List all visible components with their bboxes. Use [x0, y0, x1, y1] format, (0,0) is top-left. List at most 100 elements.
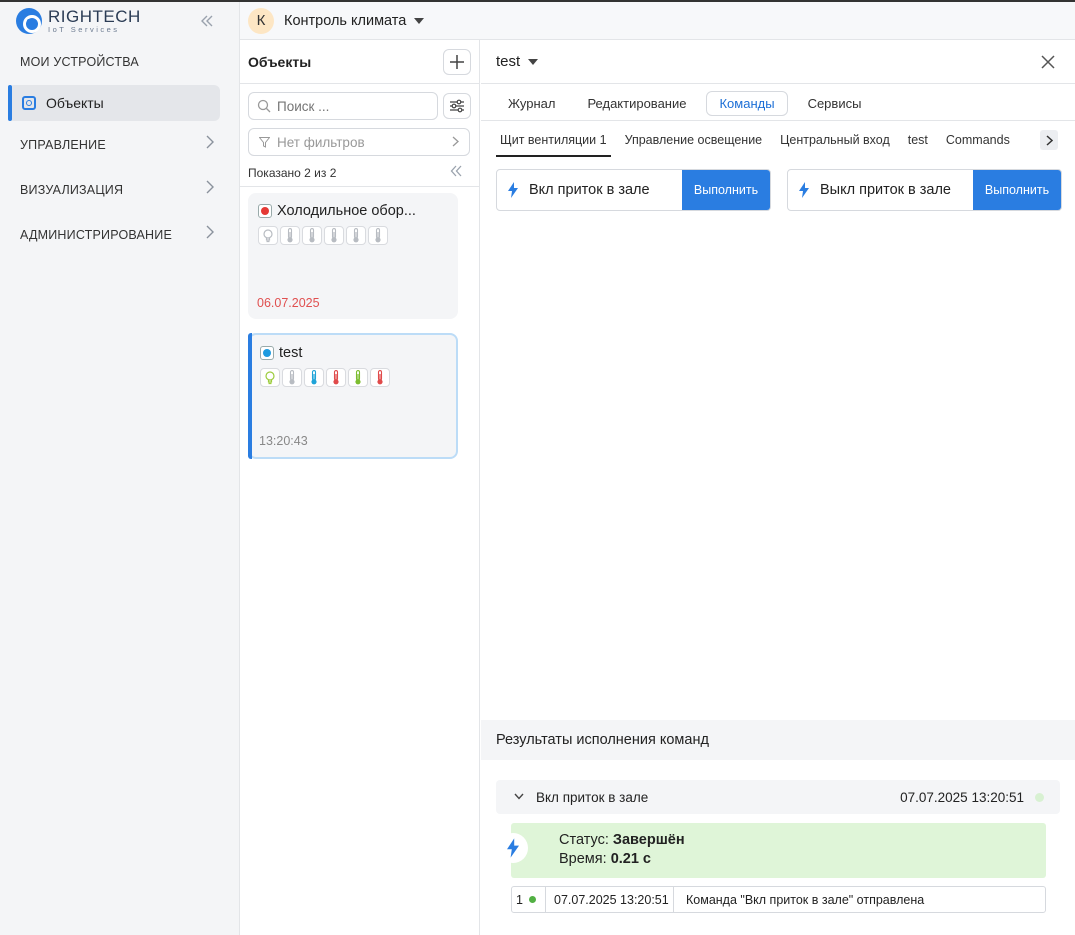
status-indicator	[258, 204, 272, 218]
execute-button[interactable]: Выполнить	[973, 170, 1061, 210]
chevron-right-icon	[206, 225, 214, 244]
sliders-icon	[450, 99, 464, 113]
chevron-down-icon	[514, 791, 524, 803]
sidebar: RIGHTECH IoT Services МОИ УСТРОЙСТВА Объ…	[0, 2, 240, 935]
objects-title: Объекты	[248, 54, 312, 70]
object-detail-panel: test Журнал Редактирование Команды Серви…	[481, 40, 1075, 935]
sidebar-item-label: ВИЗУАЛИЗАЦИЯ	[20, 182, 124, 197]
status-line: Статус: Завершён	[559, 832, 685, 848]
logo[interactable]: RIGHTECH IoT Services	[16, 8, 141, 34]
sidebar-item-administration[interactable]: АДМИНИСТРИРОВАНИЕ	[20, 225, 220, 244]
logo-brand: RIGHTECH	[48, 7, 141, 27]
subtab-ventilation[interactable]: Щит вентиляции 1	[496, 133, 611, 157]
result-timestamp: 07.07.2025 13:20:51	[900, 789, 1024, 805]
command-card: Выкл приток в зале Выполнить	[787, 169, 1062, 211]
log-status-dot	[528, 896, 536, 903]
subtab-commands[interactable]: Commands	[942, 133, 1014, 157]
time-value: 0.21 с	[610, 851, 652, 867]
status-value: Завершён	[612, 832, 685, 848]
chevron-right-icon	[206, 180, 214, 199]
log-number: 1	[516, 892, 523, 907]
command-label: Выкл приток в зале	[820, 182, 951, 198]
filters-dropdown[interactable]: Нет фильтров	[248, 128, 470, 156]
lightning-icon	[498, 833, 528, 863]
project-avatar[interactable]: К	[248, 7, 274, 34]
result-item-header[interactable]: Вкл приток в зале 07.07.2025 13:20:51	[496, 780, 1060, 814]
sidebar-item-my-devices[interactable]: МОИ УСТРОЙСТВА	[20, 55, 220, 69]
log-message: Команда "Вкл приток в зале" отправлена	[686, 892, 925, 907]
objects-panel: Объекты Нет фильтров Показано 2 из 2 Хол…	[240, 40, 480, 935]
results-header: Результаты исполнения команд	[481, 720, 1075, 760]
divider	[481, 83, 1075, 84]
subtab-test[interactable]: test	[904, 133, 932, 157]
shown-count: Показано 2 из 2	[248, 166, 337, 180]
execute-button[interactable]: Выполнить	[682, 170, 770, 210]
chevron-right-icon	[206, 135, 214, 154]
filters-label: Нет фильтров	[277, 134, 365, 150]
object-title: test	[496, 53, 521, 70]
divider	[481, 120, 1075, 121]
sidebar-item-label: АДМИНИСТРИРОВАНИЕ	[20, 227, 172, 242]
tab-editing[interactable]: Редактирование	[575, 92, 698, 115]
bulb-icon	[258, 226, 278, 245]
results-title: Результаты исполнения команд	[496, 732, 709, 748]
status-indicator	[260, 346, 274, 360]
chevron-right-icon[interactable]	[1040, 130, 1058, 150]
tab-services[interactable]: Сервисы	[796, 92, 874, 115]
thermometer-icon	[282, 368, 302, 387]
sidebar-item-label: УПРАВЛЕНИЕ	[20, 137, 106, 152]
sidebar-item-objects[interactable]: Объекты	[8, 85, 220, 121]
object-title-selector[interactable]: test	[496, 53, 539, 70]
subtab-central-entrance[interactable]: Центральный вход	[776, 133, 894, 157]
sensor-icons	[260, 368, 392, 387]
sidebar-item-label: МОИ УСТРОЙСТВА	[20, 55, 139, 69]
tab-commands[interactable]: Команды	[706, 91, 788, 116]
funnel-icon	[259, 136, 270, 148]
caret-down-icon[interactable]	[414, 16, 425, 26]
sidebar-item-visualization[interactable]: ВИЗУАЛИЗАЦИЯ	[20, 180, 220, 199]
filter-settings-button[interactable]	[443, 93, 471, 119]
object-timestamp: 06.07.2025	[257, 296, 320, 310]
bulb-icon	[260, 368, 280, 387]
result-command-name: Вкл приток в зале	[536, 789, 649, 805]
thermometer-icon	[304, 368, 324, 387]
thermometer-icon	[302, 226, 322, 245]
lightning-icon	[497, 182, 529, 198]
project-selector[interactable]: Контроль климата	[284, 13, 406, 29]
tab-journal[interactable]: Журнал	[496, 92, 567, 115]
objects-icon	[22, 96, 36, 110]
logo-icon	[16, 8, 42, 34]
thermometer-icon	[368, 226, 388, 245]
add-object-button[interactable]	[443, 49, 471, 75]
collapse-list-icon[interactable]	[450, 164, 462, 181]
object-card[interactable]: test 13:20:43	[248, 333, 458, 459]
object-name: Холодильное обор...	[277, 203, 416, 219]
lightning-icon	[788, 182, 820, 198]
close-icon[interactable]	[1041, 52, 1055, 75]
object-timestamp: 13:20:43	[259, 434, 308, 448]
thermometer-icon	[370, 368, 390, 387]
search-input[interactable]	[277, 98, 427, 114]
collapse-sidebar-icon[interactable]	[200, 14, 214, 33]
logo-subtitle: IoT Services	[48, 25, 120, 35]
subtab-lighting[interactable]: Управление освещение	[621, 133, 767, 157]
sidebar-item-management[interactable]: УПРАВЛЕНИЕ	[20, 135, 220, 154]
status-prefix: Статус:	[559, 832, 609, 848]
result-status-dot	[1035, 792, 1044, 802]
divider	[240, 83, 480, 84]
search-field[interactable]	[248, 92, 438, 120]
object-name: test	[279, 345, 303, 361]
thermometer-icon	[348, 368, 368, 387]
time-line: Время: 0.21 с	[559, 851, 651, 867]
time-prefix: Время:	[559, 851, 607, 867]
selected-indicator	[248, 333, 252, 459]
top-bar: К Контроль климата	[240, 2, 1075, 40]
object-card[interactable]: Холодильное обор... 06.07.2025	[248, 193, 458, 319]
thermometer-icon	[280, 226, 300, 245]
log-row: 1 07.07.2025 13:20:51 Команда "Вкл прито…	[511, 886, 1046, 913]
sensor-icons	[258, 226, 390, 245]
command-group-tabs: Щит вентиляции 1 Управление освещение Це…	[496, 133, 1024, 157]
active-indicator	[8, 85, 12, 121]
chevron-right-icon	[452, 135, 459, 150]
divider	[240, 186, 480, 187]
